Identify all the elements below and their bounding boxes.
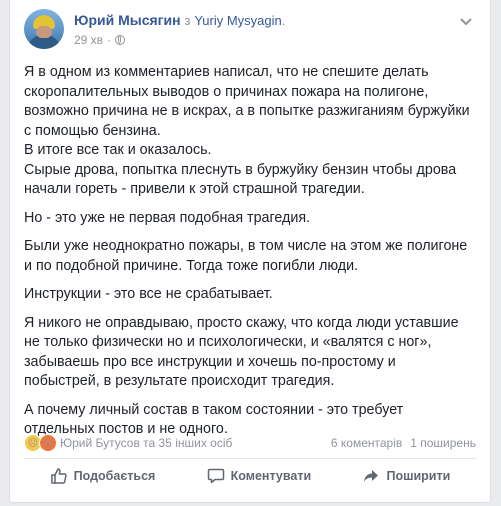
post-text-line: с помощью бензина. [24, 122, 161, 139]
comments-count[interactable]: 6 коментарів [331, 436, 402, 450]
comment-button[interactable]: Коментувати [197, 461, 322, 491]
post-paragraph: Я в одном из комментариев написал, что н… [24, 63, 480, 200]
post-text-line: скоропалительных выводов о причинах пожа… [24, 83, 429, 100]
comment-label: Коментувати [230, 469, 312, 483]
post-text-line: Были уже неоднократно пожары, в том числ… [24, 238, 468, 254]
post-paragraph: Были уже неоднократно пожары, в том числ… [24, 237, 480, 276]
angry-reaction-icon[interactable]: ☹ [39, 434, 57, 452]
globe-icon[interactable] [115, 35, 126, 45]
post-text-line: Сырые дрова, попытка плеснуть в буржуйку… [24, 161, 457, 178]
meta-separator: · [107, 33, 112, 47]
via-label: з [184, 13, 191, 28]
author-avatar[interactable] [24, 9, 64, 49]
post-body: Я в одном из комментариев написал, что н… [24, 63, 480, 449]
chevron-down-icon[interactable] [456, 15, 476, 29]
author-name[interactable]: Юрий Мысягин [74, 12, 181, 28]
reactors-link[interactable]: Юрий Бутусов та 35 інших осіб [60, 436, 232, 450]
post-text-line: Но - это уже не первая подобная трагедия… [24, 209, 311, 226]
post-card: Юрий Мысягин з Yuriy Mysyagin. 29 хв · Я… [9, 0, 491, 503]
author-line: Юрий Мысягин з Yuriy Mysyagin. [74, 12, 285, 28]
action-bar: Подобається Коментувати Поширити [24, 458, 476, 493]
post-stats: ☹ ☹ Юрий Бутусов та 35 інших осіб 6 коме… [24, 432, 476, 454]
post-text-line: побыстрей, в результате происходит траге… [24, 373, 335, 389]
reaction-icons[interactable]: ☹ ☹ [24, 434, 57, 452]
post-header: Юрий Мысягин з Yuriy Mysyagin. 29 хв · [24, 9, 476, 55]
like-label: Подобається [73, 469, 156, 483]
post-text-line: В итоге все так и оказалось. [24, 142, 212, 158]
shares-count[interactable]: 1 поширень [410, 436, 476, 450]
post-text-line: не только физически но и психологически,… [24, 334, 432, 350]
comment-icon [207, 468, 224, 484]
post-timestamp[interactable]: 29 хв [74, 33, 103, 47]
author-alias[interactable]: Yuriy Mysyagin [194, 13, 281, 28]
post-paragraph: Я никого не оправдываю, просто скажу, чт… [24, 314, 480, 392]
share-label: Поширити [386, 469, 451, 483]
alias-period: . [281, 13, 286, 28]
post-text-line: Я в одном из комментариев написал, что н… [24, 64, 429, 80]
post-paragraph: Но - это уже не первая подобная трагедия… [24, 209, 480, 229]
share-button[interactable]: Поширити [352, 461, 460, 491]
post-text-line: и по подобной причине. Тогда тоже погибл… [24, 257, 359, 274]
share-icon [364, 470, 379, 482]
post-text-line: возможно причина не в искрах, а в попытк… [24, 103, 470, 119]
post-text-line: забываешь про все инструкции и хочешь по… [24, 353, 396, 370]
post-text-line: начали гореть - привели к этой страшной … [24, 181, 365, 197]
post-meta: 29 хв · [74, 33, 126, 47]
post-text-line: Я никого не оправдываю, просто скажу, чт… [24, 314, 459, 331]
post-text-line: А почему личный состав в таком состоянии… [24, 401, 404, 418]
post-text-line: Инструкции - это все не срабатывает. [24, 286, 273, 302]
like-button[interactable]: Подобається [40, 461, 166, 491]
thumbs-up-icon [50, 468, 67, 484]
post-paragraph: Инструкции - это все не срабатывает. [24, 285, 480, 305]
